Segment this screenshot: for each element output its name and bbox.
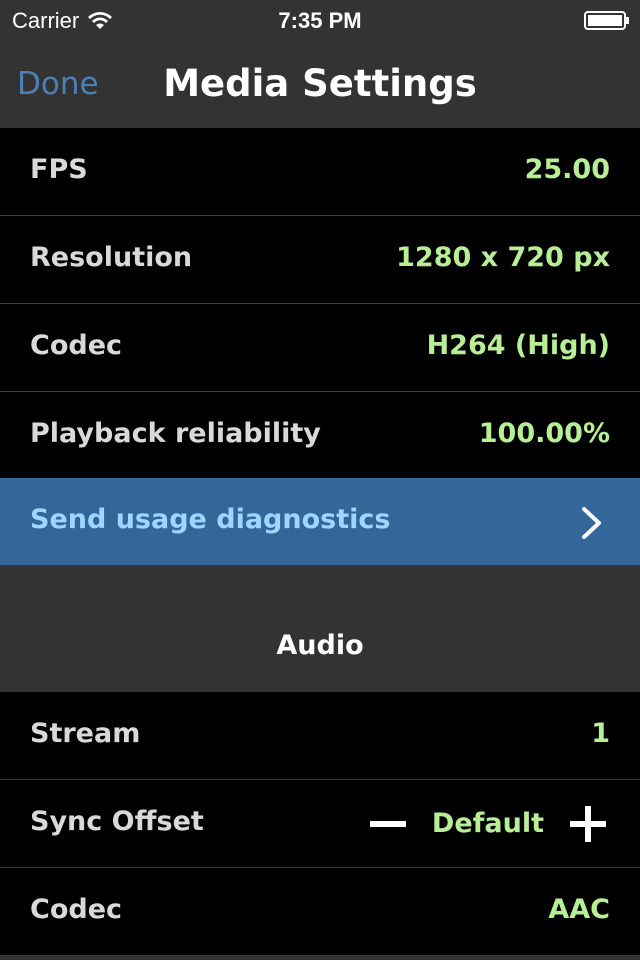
minus-icon[interactable] [368, 804, 408, 844]
battery-icon [584, 11, 629, 30]
audio-codec-row: Codec AAC [0, 868, 640, 956]
video-codec-label: Codec [30, 330, 123, 361]
fps-value: 25.00 [524, 154, 610, 185]
audio-codec-value: AAC [548, 894, 610, 925]
audio-section-header: Audio [276, 630, 364, 661]
status-time: 7:35 PM [278, 8, 362, 33]
resolution-label: Resolution [30, 242, 193, 273]
plus-icon[interactable] [568, 804, 608, 844]
navigation-bar: Done Media Settings [0, 40, 640, 128]
video-codec-row: Codec H264 (High) [0, 304, 640, 392]
stream-label: Stream [30, 718, 141, 749]
audio-codec-label: Codec [30, 894, 123, 925]
stream-value: 1 [591, 718, 610, 749]
playback-reliability-label: Playback reliability [30, 418, 321, 449]
audio-settings-group: Stream 1 Sync Offset Default Codec AAC [0, 692, 640, 956]
video-settings-group: FPS 25.00 Resolution 1280 x 720 px Codec… [0, 128, 640, 480]
playback-reliability-row: Playback reliability 100.00% [0, 392, 640, 480]
chevron-right-icon [582, 507, 601, 539]
sync-offset-value: Default [431, 808, 544, 839]
video-codec-value: H264 (High) [426, 330, 610, 361]
sync-offset-row: Sync Offset Default [0, 780, 640, 868]
sync-offset-stepper: Default [368, 780, 610, 867]
fps-row: FPS 25.00 [0, 128, 640, 216]
sync-offset-label: Sync Offset [30, 806, 204, 837]
resolution-row: Resolution 1280 x 720 px [0, 216, 640, 304]
page-title: Media Settings [163, 62, 477, 105]
fps-label: FPS [30, 154, 88, 185]
playback-reliability-value: 100.00% [478, 418, 610, 449]
stream-row: Stream 1 [0, 692, 640, 780]
send-usage-diagnostics-button[interactable]: Send usage diagnostics [0, 478, 640, 565]
send-usage-diagnostics-label: Send usage diagnostics [30, 504, 391, 535]
status-bar: Carrier 7:35 PM [0, 0, 640, 40]
resolution-value: 1280 x 720 px [396, 242, 610, 273]
